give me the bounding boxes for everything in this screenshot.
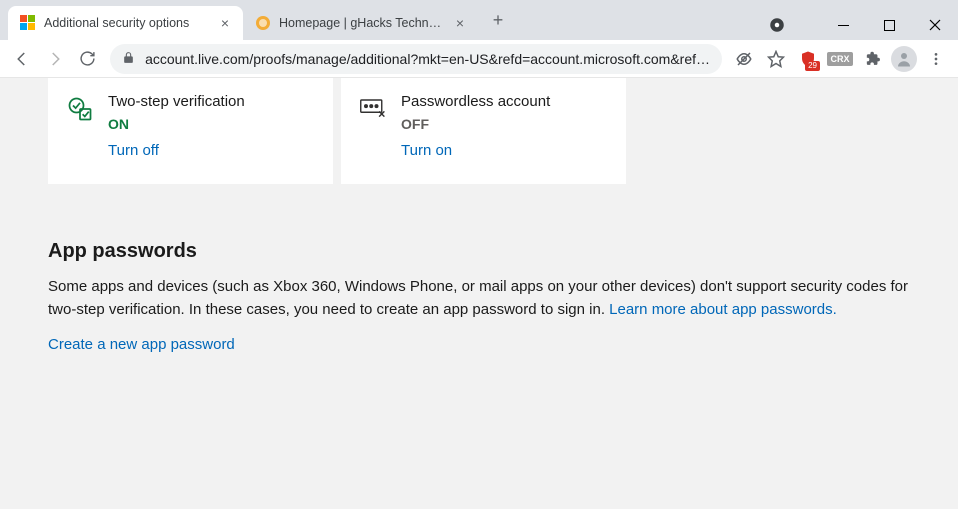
app-passwords-learn-link[interactable]: Learn more about app passwords.: [609, 301, 837, 318]
ms-logo-icon: [20, 15, 36, 31]
app-passwords-body: Some apps and devices (such as Xbox 360,…: [48, 275, 910, 322]
lock-icon: [122, 51, 135, 67]
star-icon[interactable]: [762, 45, 790, 73]
back-button[interactable]: [6, 44, 39, 74]
crx-extension-icon[interactable]: CRX: [826, 45, 854, 73]
password-dots-icon: [359, 95, 387, 160]
window-titlebar: Additional security options × Homepage |…: [0, 0, 958, 40]
minimize-button[interactable]: [820, 10, 866, 40]
passwordless-card: Passwordless account OFF Turn on: [341, 78, 626, 184]
pwless-turn-on-link[interactable]: Turn on: [401, 142, 452, 159]
kebab-menu-icon[interactable]: [922, 45, 950, 73]
new-tab-button[interactable]: +: [484, 6, 512, 34]
ublock-badge: 29: [805, 61, 820, 71]
shield-check-icon: [66, 95, 94, 160]
eye-off-icon[interactable]: [730, 45, 758, 73]
extensions-puzzle-icon[interactable]: [858, 45, 886, 73]
browser-tab[interactable]: Homepage | gHacks Technology ×: [243, 6, 478, 40]
app-passwords-heading: App passwords: [48, 240, 910, 263]
tsv-status: ON: [108, 116, 245, 132]
two-step-card: Two-step verification ON Turn off: [48, 78, 333, 184]
pwless-status: OFF: [401, 116, 550, 132]
browser-toolbar: account.live.com/proofs/manage/additiona…: [0, 40, 958, 78]
url-text: account.live.com/proofs/manage/additiona…: [145, 51, 710, 67]
tsv-title: Two-step verification: [108, 93, 245, 110]
maximize-button[interactable]: [866, 10, 912, 40]
address-bar[interactable]: account.live.com/proofs/manage/additiona…: [110, 44, 722, 74]
page-viewport[interactable]: Additional security Increase your securi…: [0, 78, 958, 509]
pwless-title: Passwordless account: [401, 93, 550, 110]
tab-title: Additional security options: [44, 16, 209, 30]
tsv-turn-off-link[interactable]: Turn off: [108, 142, 159, 159]
ublock-extension-icon[interactable]: 29: [794, 45, 822, 73]
forward-button[interactable]: [39, 44, 72, 74]
extensions-area: 29 CRX: [728, 45, 952, 73]
browser-tab-active[interactable]: Additional security options ×: [8, 6, 243, 40]
incognito-indicator-icon: [754, 10, 800, 40]
close-tab-icon[interactable]: ×: [452, 15, 468, 31]
profile-avatar[interactable]: [890, 45, 918, 73]
close-window-button[interactable]: [912, 10, 958, 40]
tab-strip: Additional security options × Homepage |…: [8, 6, 512, 40]
app-passwords-section: App passwords Some apps and devices (suc…: [48, 240, 910, 354]
tab-title: Homepage | gHacks Technology: [279, 16, 444, 30]
ghacks-favicon-icon: [255, 15, 271, 31]
window-controls: [754, 10, 958, 40]
close-tab-icon[interactable]: ×: [217, 15, 233, 31]
security-cards: Two-step verification ON Turn off: [48, 78, 910, 184]
page-content: Additional security Increase your securi…: [0, 78, 958, 509]
create-app-password-link[interactable]: Create a new app password: [48, 336, 235, 353]
reload-button[interactable]: [71, 44, 104, 74]
